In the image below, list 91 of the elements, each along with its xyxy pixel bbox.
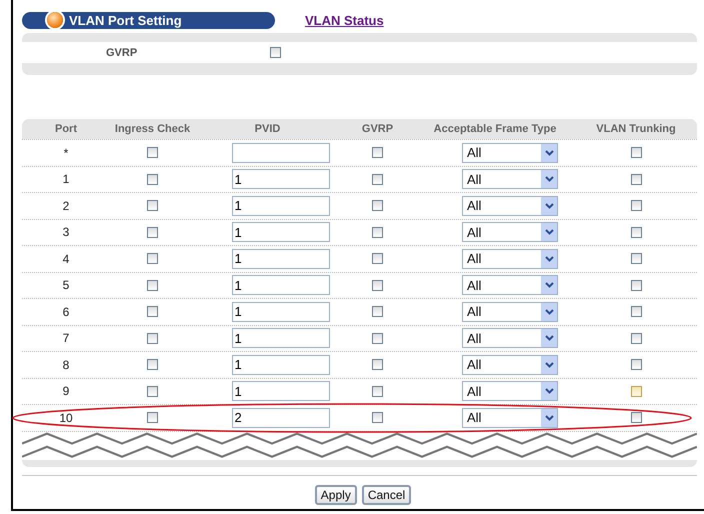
checkbox[interactable] bbox=[630, 306, 642, 318]
frame-type-dropdown[interactable]: All bbox=[462, 248, 558, 269]
checkbox[interactable] bbox=[147, 174, 158, 185]
checkbox[interactable] bbox=[147, 147, 158, 158]
chevron-down-icon bbox=[541, 144, 557, 162]
pvid-field[interactable]: 1 bbox=[232, 248, 330, 269]
checkbox[interactable] bbox=[372, 332, 383, 344]
chevron-down-icon bbox=[541, 329, 557, 348]
checkbox[interactable] bbox=[372, 174, 383, 185]
checkbox[interactable] bbox=[147, 306, 158, 318]
orb-icon bbox=[47, 12, 63, 28]
frame-type-dropdown[interactable]: All bbox=[462, 196, 558, 216]
port-cell-text: 7 bbox=[62, 331, 70, 346]
checkbox[interactable] bbox=[372, 147, 383, 158]
port-cell-text: 1 bbox=[62, 172, 70, 186]
section-tab[interactable]: VLAN Port Setting bbox=[22, 12, 275, 28]
form-button[interactable]: Cancel bbox=[362, 484, 412, 504]
checkbox[interactable] bbox=[372, 306, 383, 318]
chevron-down-icon bbox=[541, 276, 557, 294]
checkbox[interactable] bbox=[372, 226, 383, 238]
pvid-field[interactable]: 2 bbox=[232, 408, 330, 428]
port-cell-text: 9 bbox=[62, 384, 70, 398]
pvid-field[interactable]: 1 bbox=[232, 169, 330, 190]
checkbox[interactable] bbox=[630, 359, 642, 370]
checkbox[interactable] bbox=[630, 200, 642, 212]
checkbox[interactable] bbox=[630, 412, 642, 424]
chevron-down-icon bbox=[541, 223, 557, 242]
port-cell-text: 8 bbox=[62, 358, 70, 372]
pvid-field[interactable]: 1 bbox=[232, 354, 330, 375]
checkbox[interactable] bbox=[372, 386, 383, 397]
frame-type-dropdown[interactable]: All bbox=[462, 408, 558, 428]
frame-type-dropdown[interactable]: All bbox=[462, 142, 558, 163]
port-cell-text: 6 bbox=[62, 304, 70, 319]
checkbox[interactable] bbox=[630, 147, 642, 158]
port-cell-text: 4 bbox=[62, 252, 70, 266]
form-button[interactable]: Apply bbox=[314, 484, 357, 504]
checkbox[interactable] bbox=[270, 47, 281, 58]
column-header: VLAN Trunking bbox=[595, 123, 677, 135]
checkbox[interactable] bbox=[147, 226, 158, 238]
frame-type-dropdown[interactable]: All bbox=[462, 302, 558, 322]
frame-type-dropdown[interactable]: All bbox=[462, 275, 558, 296]
port-cell-text: 5 bbox=[62, 278, 70, 292]
checkbox[interactable] bbox=[372, 359, 383, 370]
checkbox[interactable] bbox=[630, 332, 642, 344]
checkbox[interactable] bbox=[630, 226, 642, 238]
chevron-down-icon bbox=[541, 170, 557, 188]
checkbox[interactable] bbox=[147, 332, 158, 344]
port-cell-text: 2 bbox=[62, 198, 70, 213]
column-header: PVID bbox=[254, 123, 282, 135]
pvid-field[interactable]: 1 bbox=[232, 196, 330, 216]
frame-type-dropdown[interactable]: All bbox=[462, 222, 558, 242]
checkbox[interactable] bbox=[630, 280, 642, 291]
column-header: Ingress Check bbox=[114, 123, 192, 135]
checkbox[interactable] bbox=[147, 359, 158, 370]
checkbox[interactable] bbox=[372, 253, 383, 264]
section-title: VLAN Port Setting bbox=[69, 12, 182, 28]
checkbox[interactable] bbox=[147, 412, 158, 424]
checkbox[interactable] bbox=[630, 386, 642, 397]
gvrp-label: GVRP bbox=[106, 46, 138, 58]
pvid-field[interactable]: 1 bbox=[232, 302, 330, 322]
vlan-status-link[interactable]: VLAN Status bbox=[305, 12, 384, 28]
frame-type-dropdown[interactable]: All bbox=[462, 354, 558, 375]
chevron-down-icon bbox=[541, 302, 557, 321]
chevron-down-icon bbox=[541, 382, 557, 400]
pvid-field[interactable]: 1 bbox=[232, 222, 330, 242]
column-header: Port bbox=[54, 123, 78, 135]
frame-type-dropdown[interactable]: All bbox=[462, 328, 558, 348]
frame-type-dropdown[interactable]: All bbox=[462, 381, 558, 402]
chevron-down-icon bbox=[541, 408, 557, 427]
pvid-field[interactable] bbox=[232, 142, 330, 163]
frame-type-dropdown[interactable]: All bbox=[462, 169, 558, 190]
pvid-field[interactable]: 1 bbox=[232, 381, 330, 402]
checkbox[interactable] bbox=[147, 280, 158, 291]
checkbox[interactable] bbox=[147, 386, 158, 397]
checkbox[interactable] bbox=[147, 200, 158, 212]
checkbox[interactable] bbox=[372, 280, 383, 291]
column-header: Acceptable Frame Type bbox=[432, 123, 558, 135]
chevron-down-icon bbox=[541, 196, 557, 215]
port-cell-text: 10 bbox=[58, 410, 74, 425]
chevron-down-icon bbox=[541, 356, 557, 374]
chevron-down-icon bbox=[541, 250, 557, 268]
port-cell-text: 3 bbox=[62, 225, 70, 240]
pvid-field[interactable]: 1 bbox=[232, 328, 330, 348]
column-header: GVRP bbox=[360, 123, 394, 135]
port-cell-text: * bbox=[62, 146, 70, 160]
checkbox[interactable] bbox=[630, 174, 642, 185]
checkbox[interactable] bbox=[372, 200, 383, 212]
checkbox[interactable] bbox=[630, 253, 642, 264]
checkbox[interactable] bbox=[372, 412, 383, 424]
pvid-field[interactable]: 1 bbox=[232, 275, 330, 296]
checkbox[interactable] bbox=[147, 253, 158, 264]
